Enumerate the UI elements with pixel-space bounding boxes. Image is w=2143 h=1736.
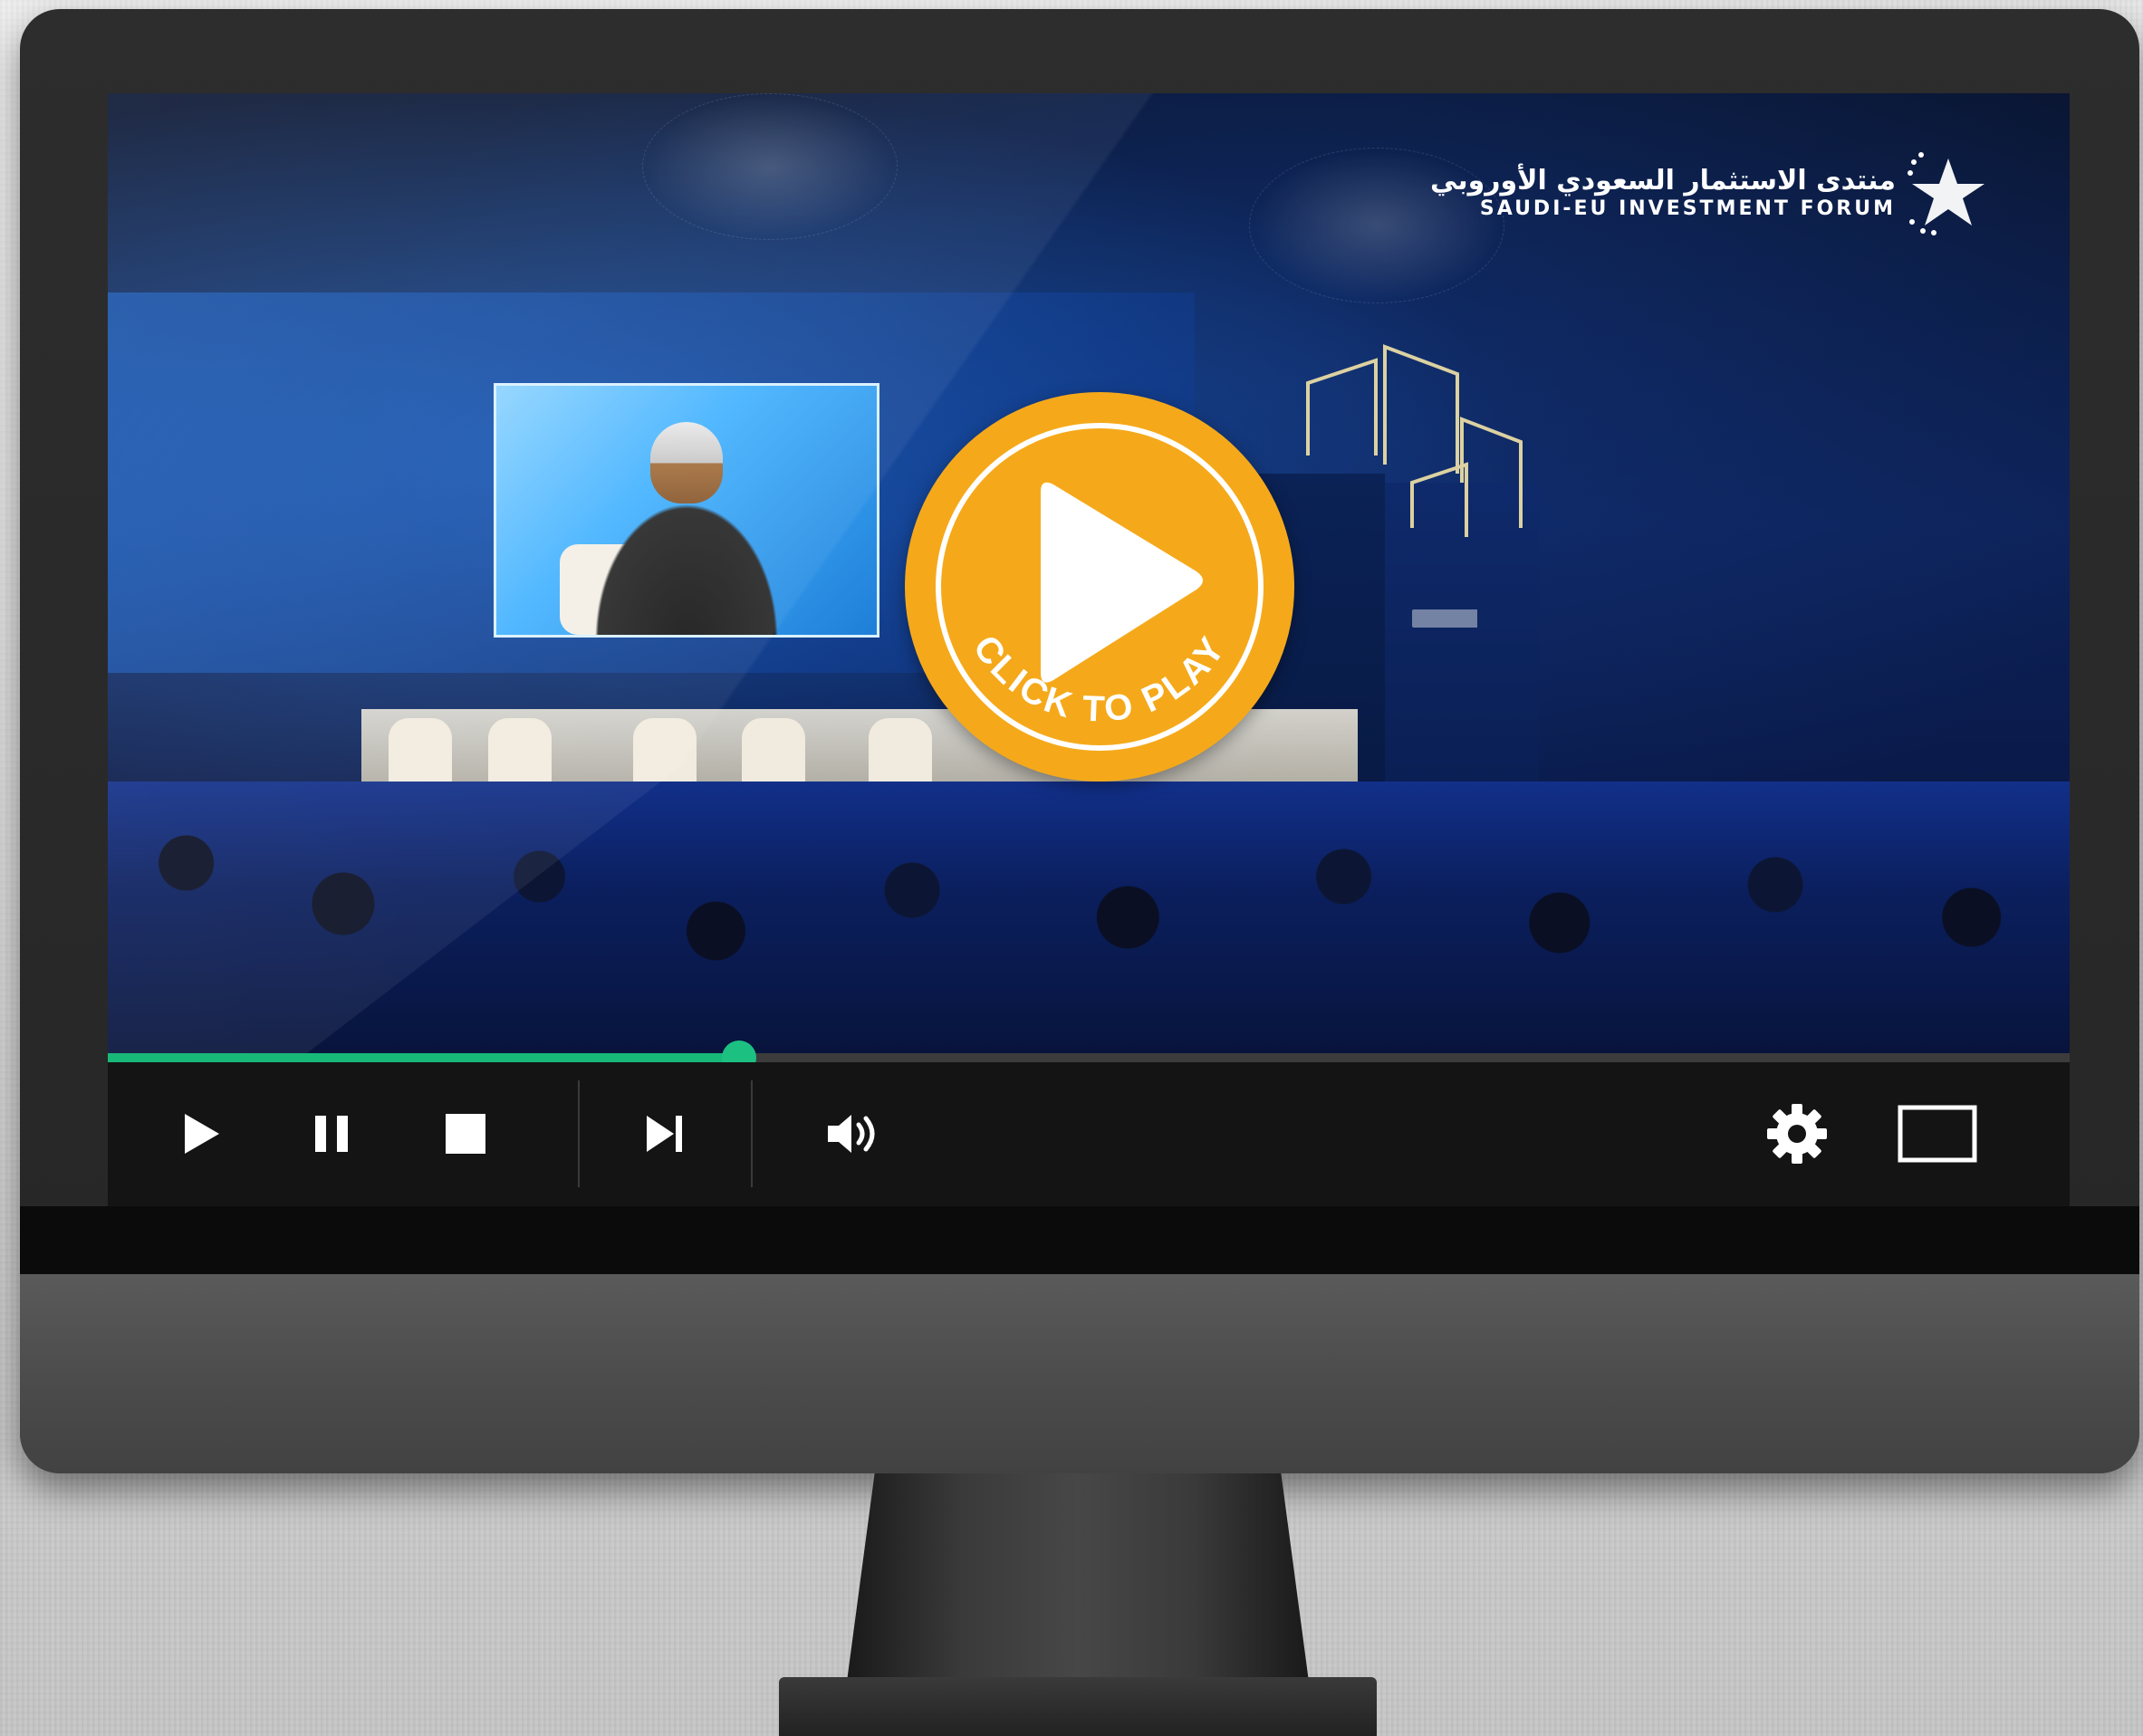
click-to-play-button[interactable]: CLICK TO PLAY <box>905 392 1294 782</box>
monitor-stand-neck <box>847 1473 1309 1682</box>
skip-next-icon <box>647 1116 682 1152</box>
play-button[interactable] <box>160 1093 242 1175</box>
volume-button[interactable] <box>812 1093 894 1175</box>
stage-chair <box>389 718 452 791</box>
settings-button[interactable] <box>1756 1093 1838 1175</box>
fullscreen-icon <box>1898 1105 1977 1163</box>
brand-arabic-name: منتدى الاستثمار السعودي الأوروبي <box>1430 165 1896 197</box>
control-bar <box>108 1062 2070 1206</box>
stage-chair <box>742 718 805 791</box>
control-divider <box>751 1080 753 1187</box>
forum-emblem-icon <box>1908 152 1984 235</box>
monitor-frame: منتدى الاستثمار السعودي الأوروبي SAUDI-E… <box>20 9 2139 1473</box>
monitor-stand-base <box>779 1677 1377 1736</box>
volume-icon <box>828 1115 875 1153</box>
fullscreen-button[interactable] <box>1883 1093 1992 1175</box>
pause-icon <box>315 1116 348 1152</box>
stop-button[interactable] <box>425 1093 506 1175</box>
stage-screen-speaker-body <box>582 485 791 635</box>
play-triangle-icon <box>1041 482 1203 683</box>
gear-icon <box>1767 1104 1827 1164</box>
progress-bar-fill <box>108 1053 740 1062</box>
skip-next-button[interactable] <box>624 1093 706 1175</box>
stage-chair <box>633 718 697 791</box>
stop-icon <box>446 1114 485 1154</box>
progress-bar[interactable] <box>108 1041 2070 1075</box>
stage-chair <box>488 718 552 791</box>
video-player: منتدى الاستثمار السعودي الأوروبي SAUDI-E… <box>108 93 2070 1206</box>
stage-screen-speaker-head <box>650 422 723 504</box>
chandelier-left <box>642 93 898 240</box>
brand-logo: منتدى الاستثمار السعودي الأوروبي SAUDI-E… <box>1430 149 1992 236</box>
stage-screen <box>494 383 879 638</box>
monitor-chin <box>20 1274 2139 1473</box>
play-icon <box>185 1114 219 1154</box>
brand-text: منتدى الاستثمار السعودي الأوروبي SAUDI-E… <box>1430 166 1896 220</box>
audience <box>108 782 2070 1053</box>
monitor-bezel-bottom <box>20 1206 2139 1274</box>
click-to-play-graphic: CLICK TO PLAY <box>936 423 1264 751</box>
control-divider <box>578 1080 580 1187</box>
skyline-outline-graphic <box>1306 344 1523 537</box>
brand-english-name: SAUDI-EU INVESTMENT FORUM <box>1479 197 1896 220</box>
pause-button[interactable] <box>291 1093 372 1175</box>
